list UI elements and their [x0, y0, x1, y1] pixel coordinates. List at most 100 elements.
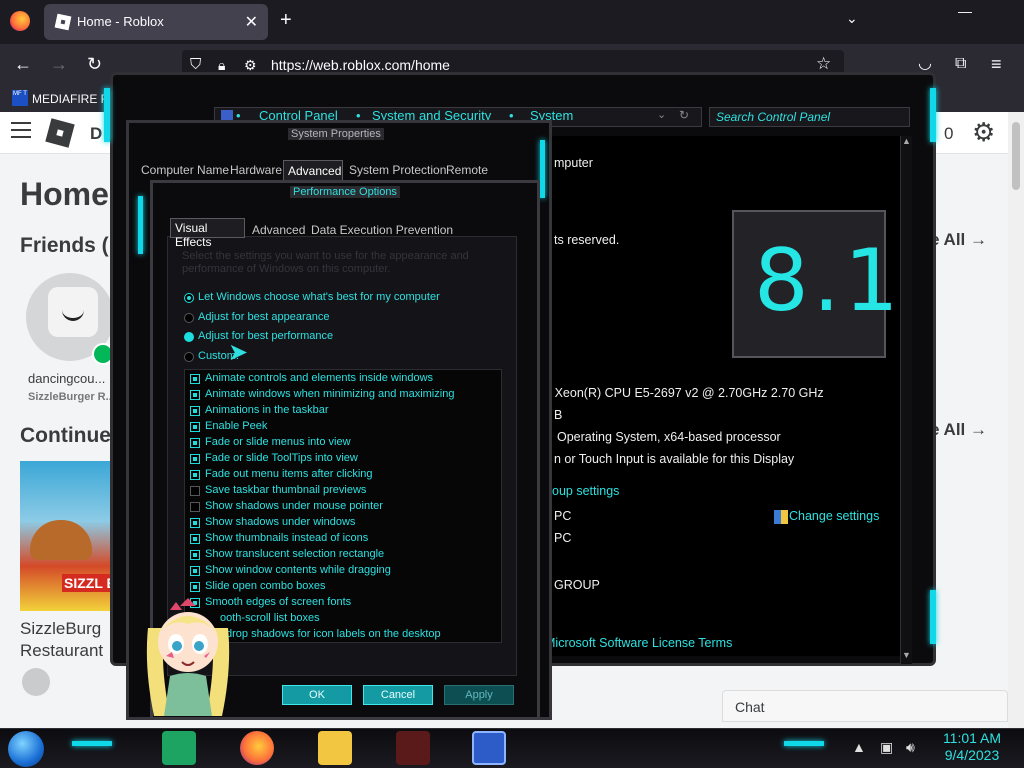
option-label[interactable]: Fade or slide menus into view	[205, 436, 351, 448]
friend-game[interactable]: SizzleBurger R...	[28, 391, 115, 403]
url-text[interactable]: https://web.roblox.com/home	[271, 57, 450, 73]
checkbox-option[interactable]	[190, 406, 200, 416]
notes-app-icon[interactable]	[162, 731, 196, 765]
windows-8-1-logo: 8.1	[732, 210, 899, 358]
checkbox-option[interactable]	[190, 534, 200, 544]
see-all-continue-link[interactable]: e All →	[930, 420, 987, 440]
tab-system-protection[interactable]: System Protection	[349, 163, 446, 177]
radio-label[interactable]: Let Windows choose what's best for my co…	[198, 291, 440, 303]
chevron-down-icon[interactable]: ⌄	[657, 108, 666, 121]
game-title-line1[interactable]: SizzleBurg	[20, 619, 101, 639]
option-label[interactable]: Fade out menu items after clicking	[205, 468, 373, 480]
scrollbar-thumb[interactable]	[1012, 122, 1020, 190]
firefox-icon[interactable]	[240, 731, 274, 765]
hamburger-menu-icon[interactable]	[11, 122, 31, 138]
tab-computer-name[interactable]: Computer Name	[141, 163, 229, 177]
option-label[interactable]: drop shadows for icon labels on the desk…	[226, 628, 441, 640]
license-terms-link[interactable]: Microsoft Software License Terms	[545, 636, 732, 650]
checkbox-option[interactable]	[190, 470, 200, 480]
start-button[interactable]	[8, 731, 44, 767]
cp-scrollbar[interactable]: ▲ ▼	[900, 136, 912, 664]
chat-panel[interactable]: Chat	[722, 690, 1008, 722]
roblox-logo-icon[interactable]	[45, 118, 75, 148]
robux-count[interactable]: 0	[944, 124, 953, 144]
volume-icon[interactable]: 🔊︎	[906, 739, 915, 756]
option-label[interactable]: Animate windows when minimizing and maxi…	[205, 388, 454, 400]
page-scrollbar[interactable]	[1008, 112, 1024, 728]
see-all-friends-link[interactable]: e All →	[930, 230, 987, 250]
checkbox-option[interactable]	[190, 518, 200, 528]
forward-button[interactable]: →	[50, 54, 68, 74]
checkbox-option[interactable]	[190, 454, 200, 464]
show-hidden-icons-icon[interactable]: ▲	[852, 739, 866, 755]
cancel-button[interactable]: Cancel	[363, 685, 433, 705]
apply-button[interactable]: Apply	[444, 685, 514, 705]
option-label[interactable]: Show shadows under mouse pointer	[205, 500, 383, 512]
refresh-icon[interactable]: ↻	[679, 108, 689, 122]
radio-windows-choose[interactable]	[184, 293, 194, 303]
window-glow-decoration	[930, 88, 936, 142]
scroll-down-icon[interactable]: ▼	[902, 650, 911, 660]
window-glow-decoration	[104, 88, 110, 142]
checkbox-option[interactable]	[190, 438, 200, 448]
ok-button[interactable]: OK	[282, 685, 352, 705]
browser-tab-roblox[interactable]: Home - Roblox ✕	[44, 4, 268, 40]
taskbar-clock[interactable]: 11:01 AM 9/4/2023	[937, 730, 1007, 764]
app-icon[interactable]	[396, 731, 430, 765]
reload-button[interactable]: ↻	[87, 54, 102, 74]
checkbox-option[interactable]	[190, 422, 200, 432]
radio-best-performance[interactable]	[184, 332, 194, 342]
checkbox-option[interactable]	[190, 502, 200, 512]
roblox-nav-partial[interactable]: D	[90, 124, 102, 144]
pocket-icon[interactable]: ◡	[918, 54, 932, 74]
radio-best-appearance[interactable]	[184, 313, 194, 323]
tab-visual-effects[interactable]: Visual Effects	[170, 218, 245, 249]
search-input[interactable]: Search Control Panel	[709, 107, 910, 127]
taskbar-glow-decoration	[784, 741, 824, 746]
game-title-line2[interactable]: Restaurant	[20, 641, 103, 661]
network-icon[interactable]: ▣	[880, 739, 893, 756]
tab-hardware[interactable]: Hardware	[230, 163, 282, 177]
radio-label[interactable]: Adjust for best performance	[198, 330, 333, 342]
tab-advanced[interactable]: Advanced	[283, 160, 343, 182]
checkbox-option[interactable]	[190, 582, 200, 592]
new-tab-button[interactable]: +	[280, 10, 292, 30]
shield-icon	[774, 510, 788, 524]
bookmark-star-icon[interactable]: ☆	[816, 54, 831, 74]
option-label[interactable]: Slide open combo boxes	[205, 580, 325, 592]
menu-icon[interactable]: ≡	[991, 54, 1002, 74]
workgroup-settings-link[interactable]: oup settings	[552, 484, 619, 498]
option-label[interactable]: Show shadows under windows	[205, 516, 355, 528]
option-label[interactable]: Show window contents while dragging	[205, 564, 391, 576]
checkbox-option[interactable]	[190, 486, 200, 496]
option-label[interactable]: Animate controls and elements inside win…	[205, 372, 433, 384]
option-label[interactable]: Show thumbnails instead of icons	[205, 532, 368, 544]
checkbox-option[interactable]	[190, 566, 200, 576]
radio-custom[interactable]	[184, 352, 194, 362]
gear-icon[interactable]: ⚙	[972, 118, 995, 146]
option-label[interactable]: Animations in the taskbar	[205, 404, 329, 416]
system-properties-taskbar-icon[interactable]	[472, 731, 506, 765]
extensions-icon[interactable]: ⧉	[955, 54, 966, 74]
scroll-up-icon[interactable]: ▲	[902, 136, 911, 146]
tab-remote[interactable]: Remote	[446, 163, 488, 177]
tab-advanced-perf[interactable]: Advanced	[252, 223, 305, 237]
checkbox-option[interactable]	[190, 550, 200, 560]
firefox-icon[interactable]	[10, 11, 30, 31]
change-settings-link[interactable]: Change settings	[789, 509, 879, 523]
back-button[interactable]: ←	[14, 54, 32, 74]
option-label[interactable]: Fade or slide ToolTips into view	[205, 452, 358, 464]
radio-label[interactable]: Adjust for best appearance	[198, 311, 329, 323]
file-explorer-icon[interactable]	[318, 731, 352, 765]
option-label[interactable]: Enable Peek	[205, 420, 267, 432]
tab-data-execution-prevention[interactable]: Data Execution Prevention	[311, 223, 453, 237]
minimize-button[interactable]: —	[958, 4, 978, 18]
computer-name-value: PC	[554, 509, 572, 523]
checkbox-option[interactable]	[190, 390, 200, 400]
checkbox-option[interactable]	[190, 374, 200, 384]
option-label[interactable]: Save taskbar thumbnail previews	[205, 484, 366, 496]
friend-name[interactable]: dancingcou...	[28, 371, 105, 386]
tab-close-button[interactable]: ✕	[245, 12, 258, 32]
chevron-down-icon[interactable]: ⌄	[846, 10, 858, 27]
option-label[interactable]: Show translucent selection rectangle	[205, 548, 384, 560]
